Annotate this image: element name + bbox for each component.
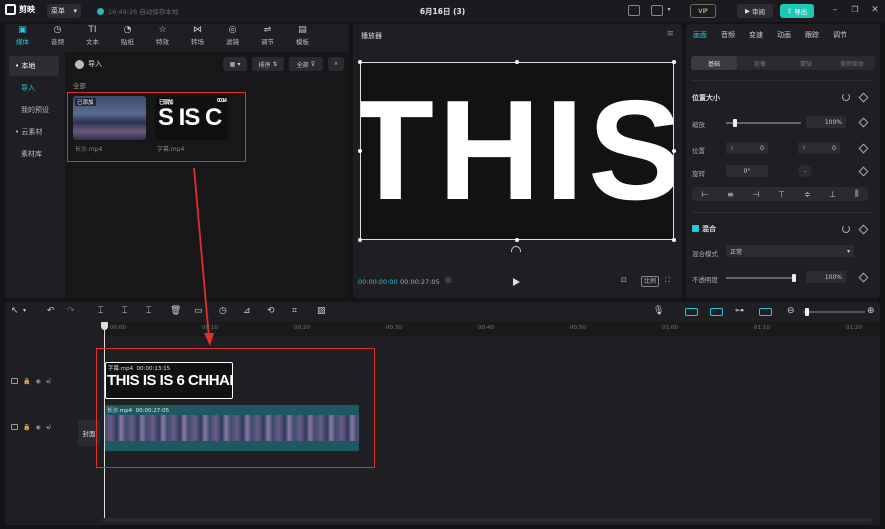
- annotation-arrow: [193, 167, 214, 346]
- app-window: 剪映 菜单 ▾ 16:49:26 自动保存本地 6月16日 (3) ▾ VIP …: [0, 0, 885, 529]
